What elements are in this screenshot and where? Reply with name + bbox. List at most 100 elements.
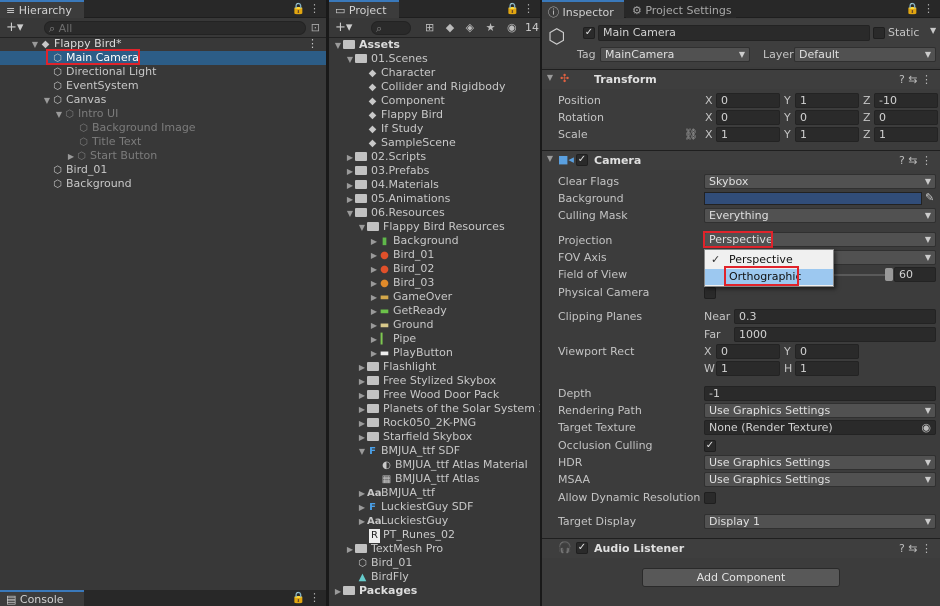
list-item[interactable]: ▶ Rock050_2K-PNG [357, 416, 476, 430]
list-item[interactable]: ▶ ▬ GetReady [369, 304, 447, 318]
eyedropper-icon[interactable]: ✎ [925, 191, 934, 204]
far-field[interactable]: 1000 [734, 327, 936, 342]
lock-icon[interactable]: 🔒 [292, 591, 306, 604]
list-item[interactable]: ▶ ⬡ Start Button [66, 149, 157, 163]
expand-arrow-icon[interactable]: ▶ [357, 403, 367, 417]
more-icon[interactable]: ⋮ [307, 37, 318, 51]
more-icon[interactable]: ⋮ [309, 591, 320, 604]
list-item[interactable]: ◆ SampleScene [367, 136, 456, 150]
more-icon[interactable]: ⋮ [523, 2, 534, 15]
list-item[interactable]: ▶ TextMesh Pro [345, 542, 443, 556]
chevron-down-icon[interactable]: ▼ [930, 26, 936, 35]
list-item[interactable]: ▶ ▬ PlayButton [369, 346, 453, 360]
list-item[interactable]: ◐ BMJUA_ttf Atlas Material [381, 458, 528, 472]
expand-arrow-icon[interactable]: ▶ [369, 249, 379, 263]
list-item[interactable]: ▶ ● Bird_03 [369, 276, 435, 290]
camera-header[interactable]: ▼ ■◂ ✓ Camera ? ⇆ ⋮ [542, 150, 940, 170]
hdr-dropdown[interactable]: Use Graphics Settings ▼ [704, 455, 936, 470]
project-search-input[interactable]: ⌕ [371, 21, 411, 35]
tab-project-settings[interactable]: ⚙ Project Settings [626, 0, 736, 18]
list-item[interactable]: ▼ 01.Scenes [345, 52, 428, 66]
link-icon[interactable]: ⛓ [684, 128, 698, 141]
list-item[interactable]: ◆ Collider and Rigidbody [367, 80, 506, 94]
target-texture-field[interactable]: None (Render Texture) ◉ [704, 420, 936, 435]
list-item[interactable]: ⬡ EventSystem [52, 79, 138, 93]
expand-arrow-icon[interactable]: ▶ [345, 179, 355, 193]
expand-arrow-icon[interactable]: ▶ [357, 487, 367, 501]
rotation-x-field[interactable]: 0 [716, 110, 780, 125]
near-field[interactable]: 0.3 [734, 309, 936, 324]
list-item[interactable]: ▶ AaLuckiestGuy [357, 514, 448, 528]
tab-console[interactable]: ▤ Console [0, 590, 84, 606]
camera-enabled-checkbox[interactable]: ✓ [576, 154, 588, 166]
expand-arrow-icon[interactable]: ▶ [357, 375, 367, 389]
search-options-icon[interactable]: ⊡ [311, 21, 320, 34]
msaa-dropdown[interactable]: Use Graphics Settings ▼ [704, 472, 936, 487]
expand-arrow-icon[interactable]: ▼ [345, 53, 355, 67]
expand-arrow-icon[interactable]: ▶ [357, 431, 367, 445]
filter-icons[interactable]: ⊞ ◆ ◈ ★ ◉ [425, 21, 521, 34]
lock-icon[interactable]: 🔒 [506, 2, 520, 15]
list-item[interactable]: ▼ ⬡ Intro UI [54, 107, 118, 121]
list-item[interactable]: ▼ Assets [333, 38, 400, 52]
list-item[interactable]: R PT_Runes_02 [369, 528, 455, 543]
fov-field[interactable]: 60 [894, 267, 936, 282]
list-item[interactable]: ⬡ Title Text [78, 135, 141, 149]
more-icon[interactable]: ⋮ [923, 2, 934, 15]
list-item[interactable]: ▶ Packages [333, 584, 417, 598]
list-item[interactable]: ⬡ Background Image [78, 121, 195, 135]
expand-arrow-icon[interactable]: ▼ [357, 445, 367, 459]
list-item[interactable]: ▶ AaBMJUA_ttf [357, 486, 435, 500]
tab-inspector[interactable]: ⓘ Inspector [542, 0, 624, 19]
list-item[interactable]: ▶ ● Bird_02 [369, 262, 435, 276]
expand-arrow-icon[interactable]: ▼ [333, 39, 343, 53]
list-item[interactable]: ▼ 06.Resources [345, 206, 445, 220]
list-item[interactable]: ▶ 03.Prefabs [345, 164, 429, 178]
list-item[interactable]: ▼ Flappy Bird Resources [357, 220, 505, 234]
expand-arrow-icon[interactable]: ▼ [54, 108, 64, 122]
expand-arrow-icon[interactable]: ▶ [369, 347, 379, 361]
expand-arrow-icon[interactable]: ▼ [42, 94, 52, 108]
list-item[interactable]: ▼ ⬡ Canvas [42, 93, 106, 107]
expand-arrow-icon[interactable]: ▶ [369, 319, 379, 333]
static-checkbox[interactable] [873, 27, 885, 39]
add-component-button[interactable]: Add Component [642, 568, 840, 587]
background-color-swatch[interactable] [704, 192, 922, 205]
list-item[interactable]: ▶ Free Wood Door Pack [357, 388, 499, 402]
culling-mask-dropdown[interactable]: Everything ▼ [704, 208, 936, 223]
tag-dropdown[interactable]: MainCamera ▼ [600, 47, 750, 62]
list-item[interactable]: ▶ Planets of the Solar System 3D [357, 402, 540, 416]
object-picker-icon[interactable]: ◉ [921, 421, 931, 434]
physical-camera-checkbox[interactable] [704, 287, 716, 299]
expand-arrow-icon[interactable]: ▼ [30, 38, 40, 52]
list-item[interactable]: ▶ ▎ Pipe [369, 332, 416, 346]
object-name-field[interactable]: Main Camera [598, 25, 870, 41]
component-icons[interactable]: ? ⇆ ⋮ [899, 154, 932, 167]
list-item[interactable]: ⬡ Bird_01 [357, 556, 412, 570]
expand-arrow-icon[interactable]: ▼ [345, 207, 355, 221]
occlusion-culling-checkbox[interactable]: ✓ [704, 440, 716, 452]
active-checkbox[interactable]: ✓ [583, 27, 595, 39]
search-input[interactable]: ⌕ All [44, 21, 306, 35]
expand-arrow-icon[interactable]: ▶ [345, 543, 355, 557]
list-item[interactable]: ◆ If Study [367, 122, 424, 136]
component-icons[interactable]: ? ⇆ ⋮ [899, 542, 932, 555]
rendering-path-dropdown[interactable]: Use Graphics Settings ▼ [704, 403, 936, 418]
scale-z-field[interactable]: 1 [874, 127, 938, 142]
audio-listener-checkbox[interactable]: ✓ [576, 542, 588, 554]
list-item[interactable]: ▶ ▬ GameOver [369, 290, 452, 304]
list-item[interactable]: ⬡ Background [52, 177, 132, 191]
clear-flags-dropdown[interactable]: Skybox ▼ [704, 174, 936, 189]
list-item[interactable]: ⬡ Bird_01 [52, 163, 107, 177]
list-item[interactable]: ▦ BMJUA_ttf Atlas [381, 472, 480, 486]
position-z-field[interactable]: -10 [874, 93, 938, 108]
list-item[interactable]: ▶ ● Bird_01 [369, 248, 435, 263]
expand-arrow-icon[interactable]: ▶ [357, 501, 367, 515]
expand-arrow-icon[interactable]: ▶ [369, 235, 379, 249]
fov-slider-handle[interactable] [885, 268, 893, 281]
expand-arrow-icon[interactable]: ▶ [357, 515, 367, 529]
lock-icon[interactable]: 🔒 [906, 2, 920, 15]
list-item[interactable]: ▶ 05.Animations [345, 192, 450, 206]
expand-arrow-icon[interactable]: ▶ [357, 361, 367, 375]
layer-dropdown[interactable]: Default ▼ [794, 47, 936, 62]
